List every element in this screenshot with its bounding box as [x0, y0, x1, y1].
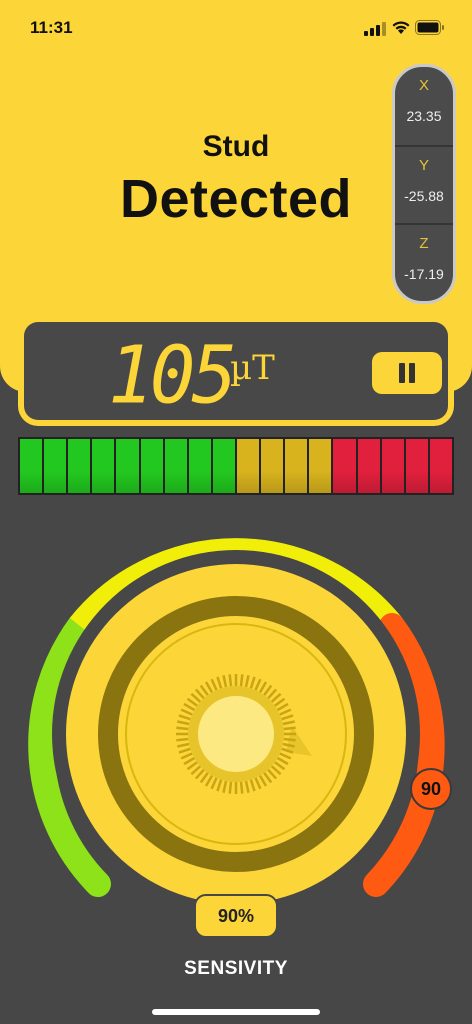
battery-icon [415, 20, 444, 35]
knob-tooth [176, 737, 189, 742]
knob-tooth [228, 674, 233, 687]
meter-segment [261, 439, 286, 493]
meter-segment [140, 439, 165, 493]
meter-segment [92, 439, 117, 493]
signal-level-meter [18, 437, 454, 495]
axis-y: Y -25.88 [395, 145, 453, 223]
pause-button[interactable] [372, 352, 442, 394]
meter-segment [44, 439, 69, 493]
meter-segment [68, 439, 93, 493]
dial-center-cap [198, 696, 274, 772]
knob-tooth [228, 781, 233, 794]
knob-tooth [239, 781, 244, 794]
meter-segment [357, 439, 382, 493]
axis-y-label: Y [418, 157, 429, 174]
meter-segment [188, 439, 213, 493]
field-strength-unit: µT [230, 348, 275, 388]
status-time: 11:31 [30, 18, 73, 37]
axis-z-label: Z [419, 235, 429, 252]
axes-readout: X 23.35 Y -25.88 Z -17.19 [392, 64, 456, 304]
meter-segment [309, 439, 334, 493]
knob-tooth [283, 726, 296, 731]
field-strength-value: 105 [108, 327, 237, 422]
axis-x: X 23.35 [395, 67, 453, 145]
home-indicator[interactable] [152, 1009, 320, 1015]
axis-x-label: X [418, 77, 429, 94]
meter-segment [285, 439, 310, 493]
meter-segment [20, 439, 45, 493]
knob-tooth [176, 726, 189, 731]
knob-tooth [239, 674, 244, 687]
reading-panel: 105 µT [18, 316, 454, 426]
sensitivity-dial[interactable] [0, 520, 472, 940]
meter-segment [333, 439, 358, 493]
knob-tooth [283, 737, 296, 742]
wifi-icon [392, 21, 410, 34]
axis-x-value: 23.35 [406, 108, 442, 124]
axis-z-value: -17.19 [404, 266, 444, 282]
sensitivity-percent: 90% [194, 894, 278, 938]
meter-segment [236, 439, 262, 493]
meter-segment [381, 439, 406, 493]
meter-segment [405, 439, 430, 493]
sensitivity-level-badge: 90 [410, 768, 452, 810]
meter-segment [212, 439, 237, 493]
reading-display: 105 µT [24, 322, 448, 422]
sensitivity-label: SENSIVITY [184, 958, 288, 979]
axis-z: Z -17.19 [395, 223, 453, 301]
status-bar: 11:31 [0, 0, 472, 54]
axis-y-value: -25.88 [404, 188, 444, 204]
cellular-signal-icon [364, 22, 386, 36]
meter-segment [164, 439, 189, 493]
meter-segment [116, 439, 141, 493]
meter-segment [429, 439, 452, 493]
